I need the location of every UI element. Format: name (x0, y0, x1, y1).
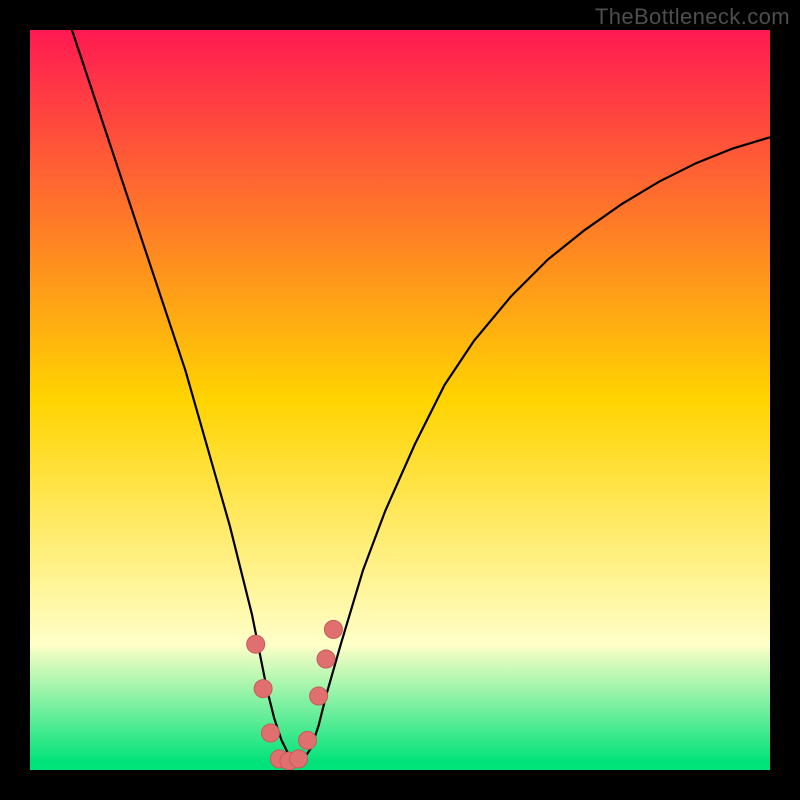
bottleneck-chart (30, 30, 770, 770)
marker-dot (310, 687, 328, 705)
chart-canvas (30, 30, 770, 770)
marker-dot (262, 724, 280, 742)
marker-dot (290, 750, 308, 768)
marker-dot (324, 620, 342, 638)
marker-dot (317, 650, 335, 668)
gradient-background (30, 30, 770, 770)
marker-dot (299, 731, 317, 749)
attribution-label: TheBottleneck.com (595, 4, 790, 30)
marker-dot (247, 635, 265, 653)
outer-frame: TheBottleneck.com (0, 0, 800, 800)
marker-dot (254, 680, 272, 698)
